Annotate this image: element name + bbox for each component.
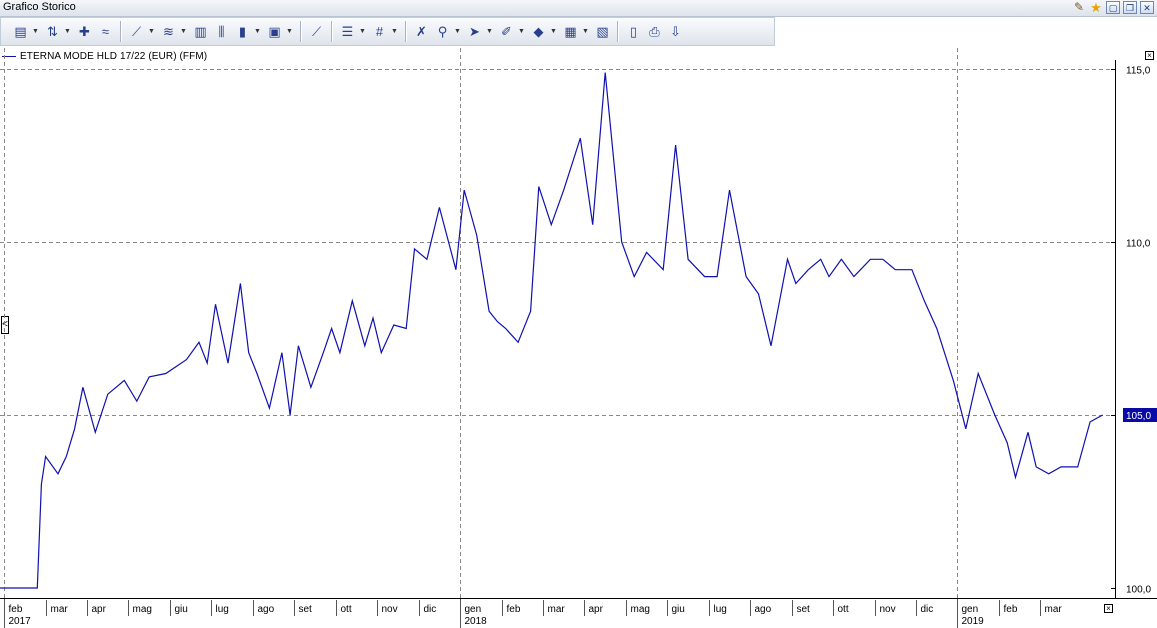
x-tick-label: lug: [216, 604, 229, 615]
x-tick-label: set: [797, 604, 811, 615]
x-tick-label: lug: [714, 604, 727, 615]
x-tick-label: mag: [133, 604, 152, 615]
series-line: [0, 72, 1103, 589]
x-tick-label: ott: [838, 604, 849, 615]
x-tick-label: nov: [880, 604, 896, 615]
y-tick-label: 115,0: [1126, 66, 1151, 77]
x-tick-label: apr: [589, 604, 604, 615]
x-tick-label: mar: [548, 604, 566, 615]
x-tick-label: ott: [341, 604, 352, 615]
x-tick-label: feb: [9, 604, 23, 615]
x-year-label: 2018: [465, 616, 488, 627]
x-tick-label: apr: [92, 604, 107, 615]
x-tick-label: ago: [755, 604, 772, 615]
x-tick-label: feb: [507, 604, 521, 615]
x-year-label: 2019: [962, 616, 985, 627]
x-tick-label: nov: [382, 604, 398, 615]
x-tick-label: giu: [672, 604, 685, 615]
y-tick-label: 110,0: [1126, 239, 1151, 250]
x-tick-label: set: [299, 604, 313, 615]
x-tick-label: gen: [962, 604, 979, 615]
x-tick-label: ago: [258, 604, 275, 615]
price-chart: feb mar apr mag giu lug ago set ott nov dic gen feb m…: [0, 48, 1157, 628]
x-tick-label: giu: [175, 604, 188, 615]
x-tick-label: feb: [1004, 604, 1018, 615]
x-year-label: 2017: [9, 616, 32, 627]
x-tick-label: mar: [51, 604, 69, 615]
x-tick-label: dic: [921, 604, 934, 615]
x-tick-label: mar: [1045, 604, 1063, 615]
x-tick-label: gen: [465, 604, 482, 615]
x-tick-label: dic: [424, 604, 437, 615]
last-value-label: 105,0: [1126, 411, 1151, 422]
y-tick-label: 100,0: [1126, 585, 1151, 596]
x-tick-label: mag: [631, 604, 650, 615]
